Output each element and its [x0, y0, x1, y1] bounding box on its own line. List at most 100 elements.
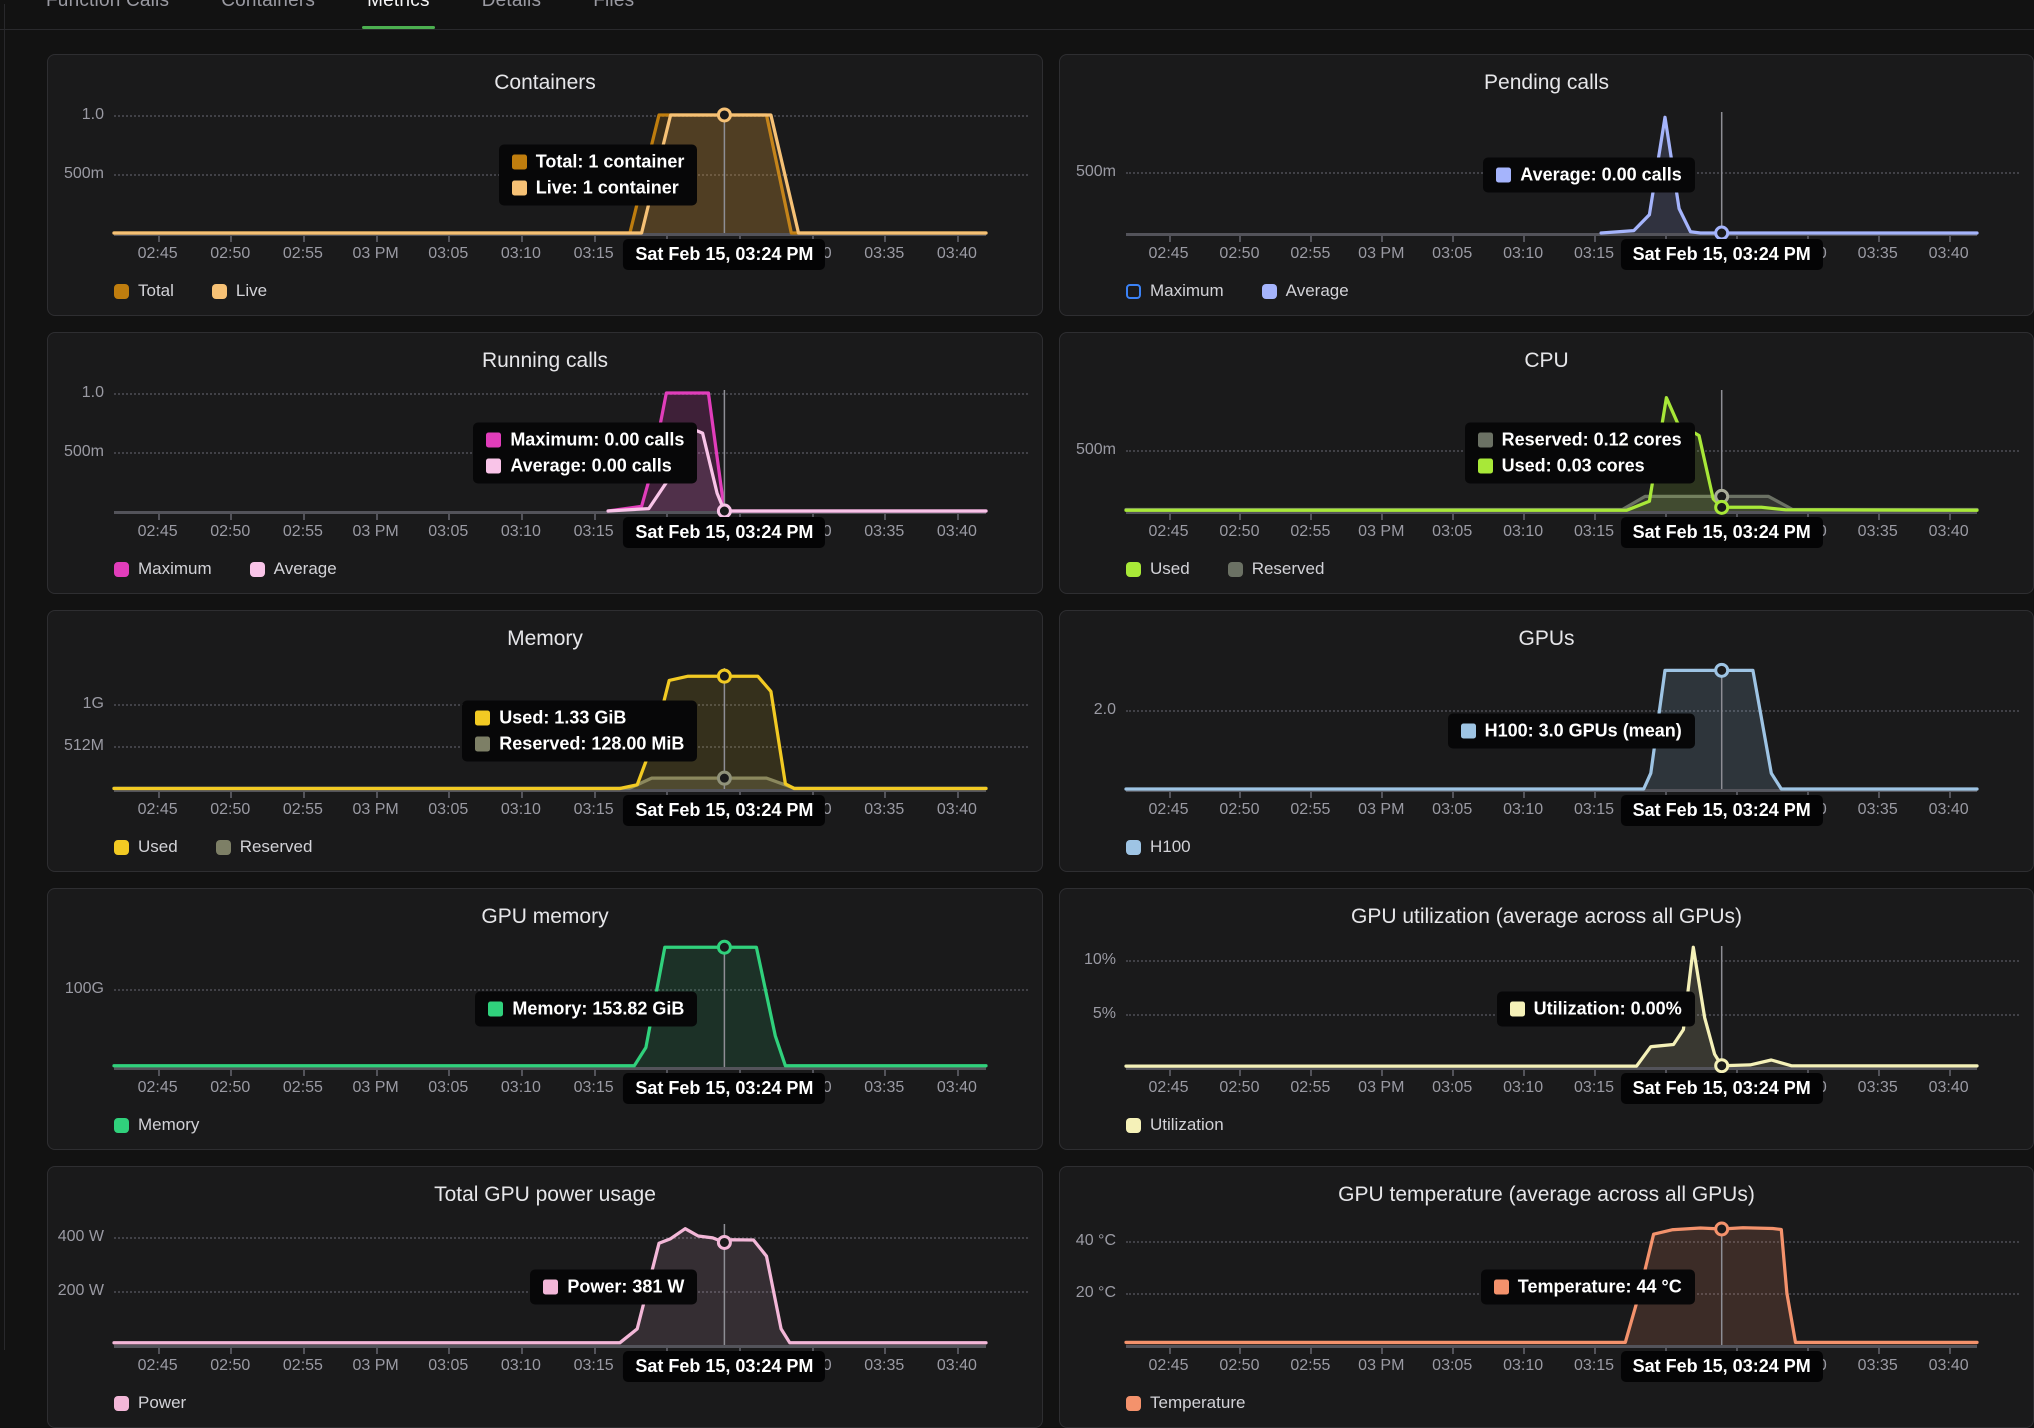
x-axis-label: 02:50 [210, 245, 250, 263]
legend-item-average[interactable]: Average [250, 559, 337, 579]
legend-item-maximum[interactable]: Maximum [1126, 281, 1224, 301]
tooltip-row: Memory: 153.82 GiB [488, 999, 684, 1020]
legend-swatch [114, 284, 129, 299]
tooltip-text: Total: 1 container [536, 152, 685, 173]
x-axis-label: 02:45 [1149, 523, 1189, 541]
x-axis-label: 02:50 [1219, 523, 1259, 541]
panels-grid: Containers1.0500m02:4502:5002:5503 PM03:… [47, 54, 2034, 1428]
x-axis-label: 02:55 [283, 1079, 323, 1097]
legend: Power [114, 1393, 186, 1413]
tab-files[interactable]: Files [593, 0, 634, 29]
x-axis-label: 02:55 [1290, 1079, 1330, 1097]
x-axis-label: 03:35 [864, 801, 904, 819]
x-axis-label: 02:45 [138, 245, 178, 263]
x-axis-label: 03:40 [937, 801, 977, 819]
x-axis-label: 03:15 [1574, 245, 1614, 263]
x-axis-label: 03:05 [428, 245, 468, 263]
series-line-reserved [114, 778, 986, 788]
crosshair-marker [718, 670, 730, 682]
x-axis-label: 03:05 [428, 1079, 468, 1097]
x-axis-label: 02:55 [283, 801, 323, 819]
crosshair-marker [1716, 227, 1728, 239]
legend-item-total[interactable]: Total [114, 281, 174, 301]
legend: Maximum Average [114, 559, 337, 579]
series-tooltip: Total: 1 container Live: 1 container [499, 145, 698, 206]
crosshair-date-tooltip: Sat Feb 15, 03:24 PM [623, 795, 825, 826]
chart-title: GPU memory [48, 905, 1042, 929]
panel-gpu-temperature-average-across-all-gpus: GPU temperature (average across all GPUs… [1059, 1166, 2034, 1428]
legend-item-live[interactable]: Live [212, 281, 267, 301]
legend-label: Average [274, 559, 337, 579]
x-axis-label: 02:55 [1290, 801, 1330, 819]
x-axis-label: 03 PM [352, 245, 398, 263]
tooltip-text: H100: 3.0 GPUs (mean) [1485, 721, 1682, 742]
panel-pending-calls: Pending calls500m02:4502:5002:5503 PM03:… [1059, 54, 2034, 316]
legend-swatch [1126, 1396, 1141, 1411]
chart-title: Pending calls [1060, 71, 2033, 95]
x-axis-label: 02:50 [1219, 245, 1259, 263]
legend-item-utilization[interactable]: Utilization [1126, 1115, 1224, 1135]
tab-metrics[interactable]: Metrics [367, 0, 430, 29]
legend-swatch [1126, 840, 1141, 855]
x-axis-label: 03:05 [428, 1357, 468, 1375]
x-axis-label: 03:15 [1574, 523, 1614, 541]
legend-item-average[interactable]: Average [1262, 281, 1349, 301]
legend-swatch [250, 562, 265, 577]
x-axis-label: 03:35 [1858, 523, 1898, 541]
x-axis-label: 03:10 [501, 523, 541, 541]
crosshair-date-tooltip: Sat Feb 15, 03:24 PM [1621, 239, 1823, 270]
x-axis-label: 03:10 [501, 801, 541, 819]
crosshair-date-tooltip: Sat Feb 15, 03:24 PM [1621, 1351, 1823, 1382]
legend-swatch [1228, 562, 1243, 577]
x-axis-label: 03 PM [352, 1079, 398, 1097]
crosshair-date-tooltip: Sat Feb 15, 03:24 PM [623, 239, 825, 270]
tooltip-text: Maximum: 0.00 calls [510, 430, 684, 451]
x-axis-label: 03:40 [1929, 1357, 1969, 1375]
legend-label: Power [138, 1393, 186, 1413]
x-axis-label: 03:10 [1503, 523, 1543, 541]
series-tooltip: Maximum: 0.00 callsAverage: 0.00 calls [473, 423, 697, 484]
x-axis-label: 03 PM [1358, 245, 1404, 263]
legend-item-temperature[interactable]: Temperature [1126, 1393, 1245, 1413]
crosshair-marker [718, 941, 730, 953]
x-axis-label: 02:55 [283, 1357, 323, 1375]
tooltip-row: Live: 1 container [512, 178, 685, 199]
tooltip-row: Total: 1 container [512, 152, 685, 173]
y-axis-label: 100G [50, 980, 104, 998]
x-axis-label: 03:10 [1503, 1079, 1543, 1097]
x-axis-label: 03:15 [574, 1079, 614, 1097]
active-tab-underline [362, 26, 435, 29]
series-tooltip: Power: 381 W [530, 1270, 697, 1305]
crosshair-marker [718, 109, 730, 121]
x-axis-label: 03:40 [1929, 801, 1969, 819]
panel-containers: Containers1.0500m02:4502:5002:5503 PM03:… [47, 54, 1043, 316]
legend-swatch [114, 840, 129, 855]
legend-item-reserved[interactable]: Reserved [1228, 559, 1325, 579]
legend-item-used[interactable]: Used [114, 837, 178, 857]
tooltip-text: Reserved: 0.12 cores [1502, 430, 1682, 451]
panel-total-gpu-power-usage: Total GPU power usage400 W200 W02:4502:5… [47, 1166, 1043, 1428]
legend-item-used[interactable]: Used [1126, 559, 1190, 579]
x-axis-label: 03 PM [1358, 1357, 1404, 1375]
legend: Utilization [1126, 1115, 1224, 1135]
tab-function-calls[interactable]: Function Calls [46, 0, 169, 29]
crosshair-marker [718, 1236, 730, 1248]
legend: Maximum Average [1126, 281, 1349, 301]
x-axis-label: 03:35 [864, 245, 904, 263]
tab-details[interactable]: Details [482, 0, 541, 29]
y-axis-label: 40 °C [1062, 1232, 1116, 1250]
series-tooltip: Utilization: 0.00% [1497, 992, 1695, 1027]
panel-running-calls: Running calls1.0500m02:4502:5002:5503 PM… [47, 332, 1043, 594]
series-tooltip: Memory: 153.82 GiB [475, 992, 697, 1027]
legend-item-reserved[interactable]: Reserved [216, 837, 313, 857]
legend-item-h100[interactable]: H100 [1126, 837, 1191, 857]
series-tooltip: Used: 1.33 GiBReserved: 128.00 MiB [462, 701, 697, 762]
legend-item-power[interactable]: Power [114, 1393, 186, 1413]
crosshair-date-tooltip: Sat Feb 15, 03:24 PM [623, 1351, 825, 1382]
tab-containers[interactable]: Containers [221, 0, 315, 29]
tooltip-swatch-average [486, 459, 501, 474]
legend-item-maximum[interactable]: Maximum [114, 559, 212, 579]
tooltip-swatch-live [512, 181, 527, 196]
legend-item-memory[interactable]: Memory [114, 1115, 199, 1135]
tooltip-text: Memory: 153.82 GiB [512, 999, 684, 1020]
